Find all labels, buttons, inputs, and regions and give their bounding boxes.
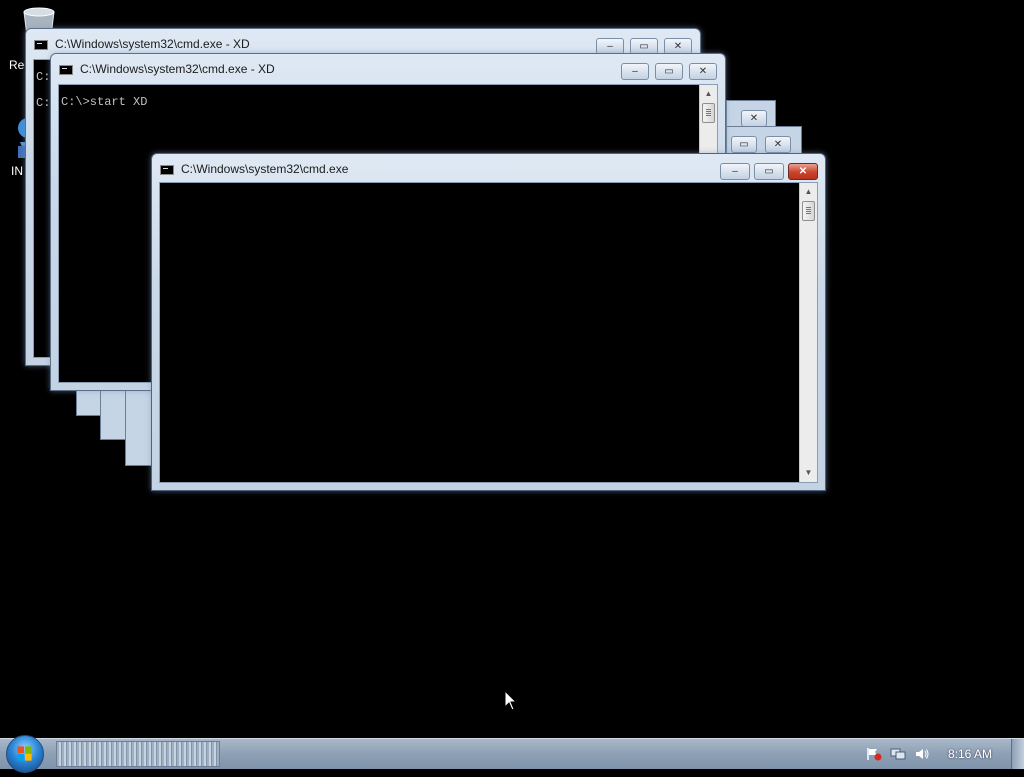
stacked-window-edge bbox=[76, 390, 102, 416]
stacked-window-edge: ✕ bbox=[726, 100, 776, 128]
minimize-button[interactable]: – bbox=[720, 163, 750, 180]
close-button[interactable]: ✕ bbox=[788, 163, 818, 180]
scroll-up-icon[interactable]: ▲ bbox=[702, 87, 715, 101]
stacked-window-edge bbox=[100, 390, 128, 440]
network-icon[interactable] bbox=[890, 747, 906, 761]
maximize-icon[interactable]: ▭ bbox=[731, 136, 757, 153]
console-line: C: bbox=[36, 70, 51, 84]
cmd-icon bbox=[34, 40, 48, 50]
taskbar-buttons[interactable] bbox=[56, 741, 220, 767]
cmd-window-front[interactable]: C:\Windows\system32\cmd.exe – ▭ ✕ ▲ ▼ bbox=[151, 153, 826, 491]
stacked-window-edge bbox=[125, 390, 153, 466]
volume-icon[interactable] bbox=[914, 747, 930, 761]
close-icon[interactable]: ✕ bbox=[741, 110, 767, 127]
start-button[interactable] bbox=[6, 735, 44, 773]
windows-logo-icon bbox=[17, 746, 32, 761]
close-button[interactable]: ✕ bbox=[689, 63, 717, 80]
cmd-icon bbox=[59, 65, 73, 75]
window-title: C:\Windows\system32\cmd.exe - XD bbox=[55, 37, 250, 51]
console-area[interactable]: ▲ ▼ bbox=[159, 182, 818, 483]
internet-explorer-label: IN bbox=[11, 164, 23, 178]
console-line: C: bbox=[36, 96, 51, 110]
window-title: C:\Windows\system32\cmd.exe - XD bbox=[80, 62, 275, 76]
stacked-window-edge: ▭ ✕ bbox=[726, 126, 802, 154]
maximize-button[interactable]: ▭ bbox=[655, 63, 683, 80]
scroll-thumb[interactable] bbox=[702, 103, 715, 123]
system-clock[interactable]: 8:16 AM bbox=[948, 747, 992, 761]
scroll-up-icon[interactable]: ▲ bbox=[802, 185, 815, 199]
scroll-down-icon[interactable]: ▼ bbox=[802, 466, 815, 480]
console-line: C:\>start XD bbox=[61, 95, 148, 109]
taskbar: 8:16 AM bbox=[0, 735, 1024, 773]
cmd-icon bbox=[160, 165, 174, 175]
action-center-flag-icon[interactable] bbox=[866, 747, 882, 761]
minimize-button[interactable]: – bbox=[621, 63, 649, 80]
maximize-button[interactable]: ▭ bbox=[754, 163, 784, 180]
title-bar[interactable]: C:\Windows\system32\cmd.exe – ▭ ✕ bbox=[152, 154, 825, 184]
title-bar[interactable]: C:\Windows\system32\cmd.exe - XD – ▭ ✕ bbox=[51, 54, 725, 84]
show-desktop-button[interactable] bbox=[1011, 739, 1024, 769]
scroll-thumb[interactable] bbox=[802, 201, 815, 221]
window-title: C:\Windows\system32\cmd.exe bbox=[181, 162, 349, 176]
vertical-scrollbar[interactable]: ▲ ▼ bbox=[799, 183, 817, 482]
mouse-cursor-icon bbox=[504, 690, 518, 711]
close-icon[interactable]: ✕ bbox=[765, 136, 791, 153]
